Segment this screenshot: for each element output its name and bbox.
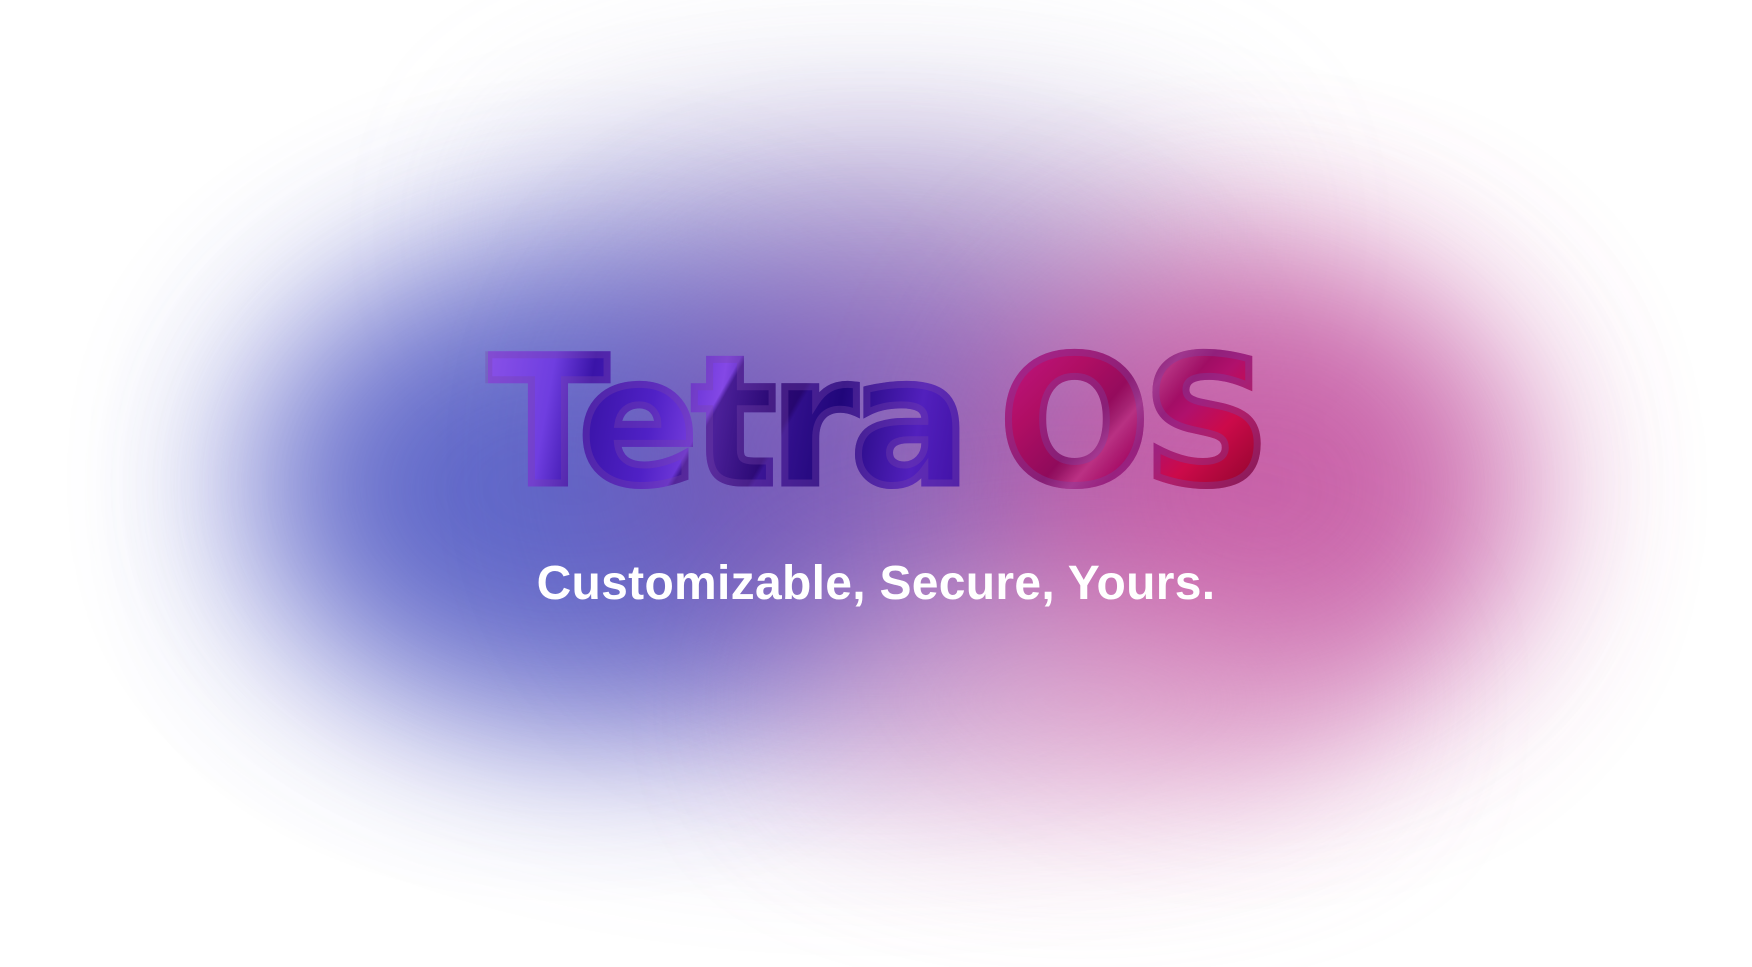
title-word-tetra: Tetra [484, 320, 973, 525]
hero-section: Tetra OS Customizable, Secure, Yours. [0, 0, 1752, 967]
hero-title: Tetra OS [0, 320, 1752, 525]
title-word-os: OS [996, 320, 1273, 525]
page: Tetra OS Customizable, Secure, Yours. [0, 0, 1752, 967]
hero-tagline: Customizable, Secure, Yours. [536, 557, 1216, 610]
